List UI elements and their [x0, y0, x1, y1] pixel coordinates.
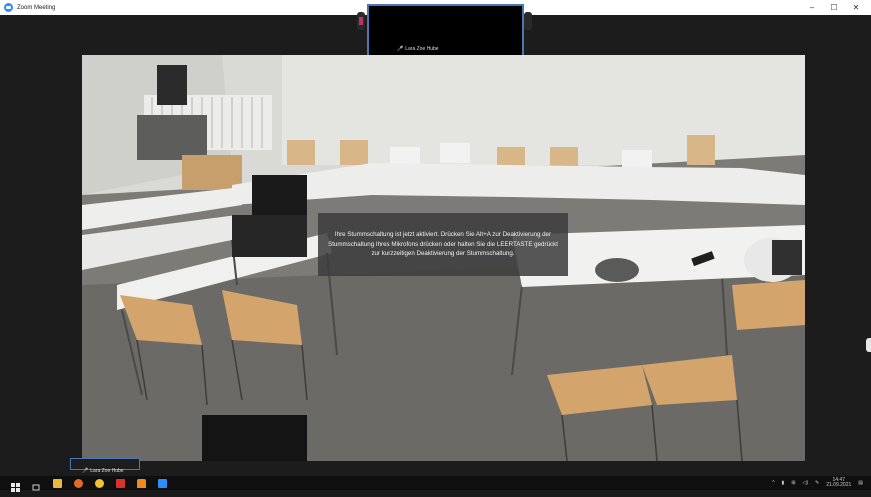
firefox-icon[interactable]: [74, 478, 83, 488]
taskbar-clock[interactable]: 14:47 21.09.2021: [826, 478, 851, 488]
network-icon[interactable]: ⊞: [791, 480, 795, 486]
task-view-icon[interactable]: [32, 479, 41, 490]
acrobat-icon[interactable]: [116, 478, 125, 488]
mute-notification-toast: Ihre Stummschaltung ist jetzt aktiviert.…: [318, 213, 568, 276]
volume-icon[interactable]: ◁): [803, 480, 809, 486]
self-mic-muted-icon: 🎤: [82, 468, 89, 474]
minimize-button[interactable]: –: [801, 0, 823, 15]
thumbnail-name-label: 🎤 Lara Zoe Hube: [397, 46, 439, 52]
mic-muted-icon: 🎤: [397, 46, 404, 52]
battery-icon[interactable]: ▮: [782, 480, 785, 486]
tray-expand-icon[interactable]: ^: [772, 480, 774, 486]
notification-center-icon[interactable]: ▤: [858, 480, 863, 486]
close-button[interactable]: ✕: [845, 0, 867, 15]
window-title: Zoom Meeting: [17, 4, 56, 11]
zoom-taskbar-icon[interactable]: [158, 478, 167, 488]
maximize-button[interactable]: ☐: [823, 0, 845, 15]
thumbnail-participant-name: Lara Zoe Hube: [405, 46, 439, 52]
file-explorer-icon[interactable]: [53, 478, 62, 488]
gallery-scroll-handle[interactable]: [866, 338, 871, 352]
clock-date: 21.09.2021: [826, 482, 852, 488]
system-tray: ^ ▮ ⊞ ◁) ✎ 14:47 21.09.2021 ▤: [772, 476, 863, 490]
chrome-icon[interactable]: [95, 478, 104, 488]
windows-start-icon[interactable]: [11, 479, 20, 492]
thumbnail-strip-next-button[interactable]: [524, 12, 532, 30]
zoom-app-icon: [4, 3, 13, 12]
thumbnail-strip-prev-button[interactable]: [357, 12, 365, 30]
pen-icon[interactable]: ✎: [815, 480, 819, 486]
window-controls: – ☐ ✕: [801, 0, 867, 15]
self-view-name-label: 🎤 Lara Zoe Hube: [82, 468, 124, 474]
vlc-icon[interactable]: [137, 478, 146, 488]
windows-taskbar: ^ ▮ ⊞ ◁) ✎ 14:47 21.09.2021 ▤: [0, 476, 871, 492]
self-view-participant-name: Lara Zoe Hube: [90, 468, 124, 474]
